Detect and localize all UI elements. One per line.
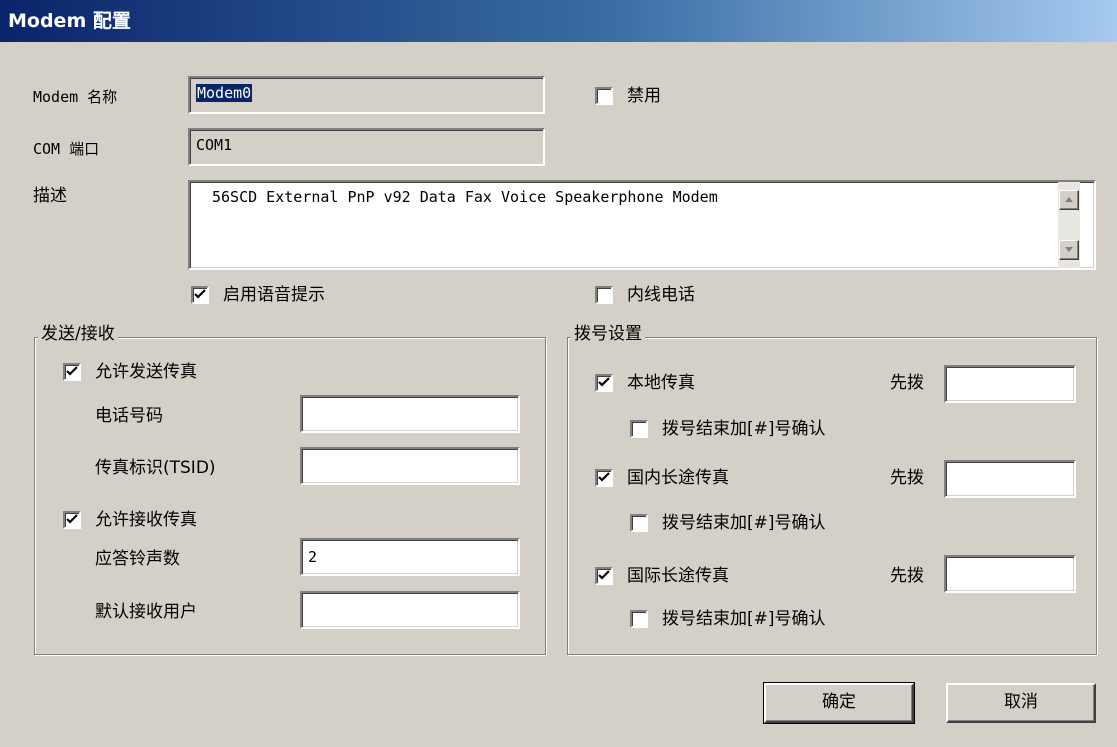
local-fax-label: 本地传真 [627,373,695,393]
domestic-fax-prefix-label: 先拨 [890,468,924,488]
modem-name-field[interactable]: Modem0 [188,76,545,114]
international-fax-prefix-label: 先拨 [890,566,924,586]
local-fax-checkbox[interactable] [595,374,613,392]
com-port-value: COM1 [196,136,233,154]
cancel-button[interactable]: 取消 [946,683,1096,723]
international-fax-label: 国际长途传真 [627,566,729,586]
modem-name-label: Modem 名称 [33,88,118,106]
domestic-fax-checkbox[interactable] [595,469,613,487]
domestic-fax-confirm-checkbox[interactable] [630,514,648,532]
default-user-input[interactable] [300,591,520,629]
scroll-down-button[interactable] [1059,240,1079,260]
domestic-fax-prefix-input[interactable] [944,460,1076,498]
arrow-down-icon [1065,247,1073,252]
default-user-label: 默认接收用户 [95,602,197,622]
international-fax-confirm-label: 拨号结束加[#]号确认 [662,609,826,629]
disable-checkbox[interactable] [595,87,613,105]
domestic-fax-confirm-label: 拨号结束加[#]号确认 [662,513,826,533]
allow-receive-label: 允许接收传真 [95,510,197,530]
ring-count-label: 应答铃声数 [95,549,180,569]
com-port-field: COM1 [188,128,545,166]
allow-send-label: 允许发送传真 [95,362,197,382]
window-title: Modem 配置 [0,0,1117,42]
check-icon [66,366,78,376]
internal-phone-checkbox[interactable] [595,286,613,304]
phone-number-input[interactable] [300,395,520,433]
send-receive-title: 发送/接收 [38,323,118,345]
check-icon [194,289,206,299]
ring-count-input[interactable]: 2 [300,538,520,576]
tsid-input[interactable] [300,447,520,485]
local-fax-prefix-label: 先拨 [890,373,924,393]
domestic-fax-label: 国内长途传真 [627,468,729,488]
phone-number-label: 电话号码 [95,406,163,426]
description-value: 56SCD External PnP v92 Data Fax Voice Sp… [212,188,718,206]
international-fax-prefix-input[interactable] [944,555,1076,593]
arrow-up-icon [1065,197,1073,202]
internal-phone-label: 内线电话 [627,285,695,305]
tsid-label: 传真标识(TSID) [95,458,216,478]
check-icon [598,472,610,482]
ok-button[interactable]: 确定 [763,682,915,724]
allow-send-checkbox[interactable] [63,363,81,381]
description-label: 描述 [33,186,67,206]
local-fax-confirm-label: 拨号结束加[#]号确认 [662,419,826,439]
local-fax-confirm-checkbox[interactable] [630,420,648,438]
com-port-label: COM 端口 [33,140,100,158]
check-icon [66,514,78,524]
allow-receive-checkbox[interactable] [63,511,81,529]
dial-settings-title: 拨号设置 [571,323,645,345]
description-textarea[interactable]: 56SCD External PnP v92 Data Fax Voice Sp… [188,180,1096,270]
international-fax-confirm-checkbox[interactable] [630,610,648,628]
disable-label: 禁用 [627,86,661,106]
local-fax-prefix-input[interactable] [944,365,1076,403]
modem-name-value: Modem0 [196,84,253,102]
international-fax-checkbox[interactable] [595,567,613,585]
scroll-up-button[interactable] [1059,190,1079,210]
voice-prompt-label: 启用语音提示 [223,285,325,305]
voice-prompt-checkbox[interactable] [191,286,209,304]
check-icon [598,377,610,387]
description-scrollbar[interactable] [1058,182,1080,268]
check-icon [598,570,610,580]
